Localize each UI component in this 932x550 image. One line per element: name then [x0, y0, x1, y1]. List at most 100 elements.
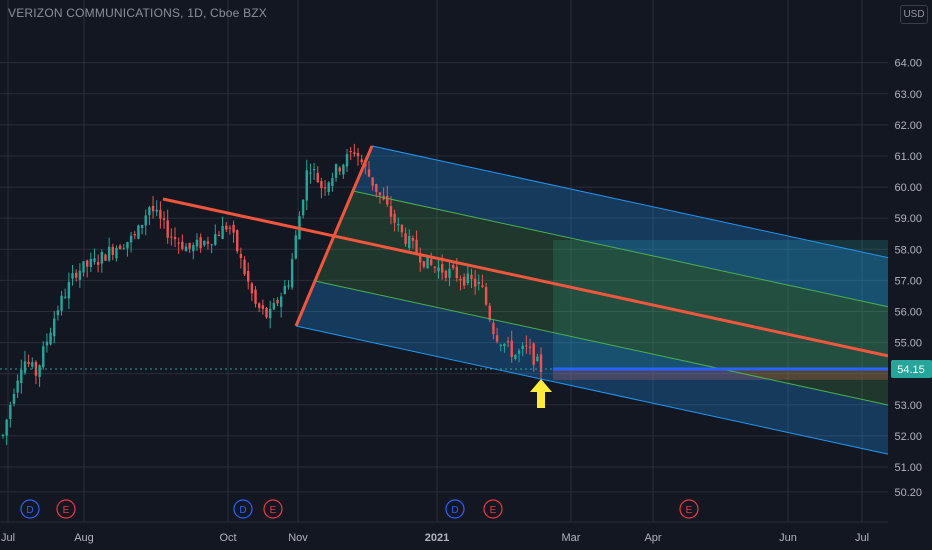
candle-body	[49, 332, 52, 345]
candle-body	[331, 178, 334, 186]
candle-body	[232, 224, 235, 233]
time-tick-label: Jul	[855, 532, 869, 544]
time-tick-label: Jun	[779, 532, 797, 544]
candle-body	[455, 266, 459, 279]
candle-body	[243, 259, 246, 275]
candle-body	[151, 205, 155, 212]
arrow-icon	[530, 379, 552, 408]
candle-body	[290, 259, 294, 288]
candle-body	[517, 350, 521, 354]
event-label: E	[686, 505, 693, 516]
candle-body	[148, 207, 151, 216]
candle-body	[320, 181, 323, 189]
price-tick-label: 50.20	[894, 487, 922, 499]
candle-body	[338, 167, 341, 172]
pitchfork-channel[interactable]	[296, 146, 888, 455]
candle-body	[210, 244, 213, 246]
candle-body	[206, 241, 210, 244]
candle-body	[444, 270, 448, 278]
event-label: D	[239, 505, 246, 516]
candle-body	[422, 261, 426, 267]
candle-body	[495, 335, 499, 342]
candle-body	[481, 285, 484, 287]
time-tick-label: Apr	[644, 532, 661, 544]
candle-body	[349, 151, 352, 153]
candle-body	[488, 305, 491, 321]
candle-body	[192, 245, 195, 252]
candle-body	[353, 152, 356, 154]
candle-body	[144, 215, 147, 226]
candle-body	[492, 322, 495, 335]
candle-body	[214, 234, 217, 245]
price-tick-label: 63.00	[894, 89, 922, 101]
candle-body	[129, 235, 133, 243]
candle-body	[371, 177, 374, 186]
candle-body	[96, 261, 100, 265]
candle-body	[411, 238, 415, 241]
candle-body	[9, 404, 12, 420]
candle-body	[345, 154, 349, 167]
candle-body	[477, 281, 480, 284]
candle-body	[327, 182, 330, 193]
candle-body	[82, 261, 85, 273]
price-chart[interactable]: D E D E D E E 64.00 63.00 62.00 61.00 60.00 59.00 58…	[0, 0, 932, 550]
candle-body	[177, 242, 180, 244]
time-tick-label: Nov	[288, 532, 308, 544]
candle-body	[342, 164, 345, 175]
candle-body	[38, 365, 41, 377]
candle-body	[356, 153, 360, 157]
candle-body	[360, 159, 363, 163]
candle-body	[532, 343, 535, 365]
candle-body	[20, 369, 23, 384]
time-tick-label: 2021	[425, 532, 449, 544]
candle-body	[71, 273, 74, 279]
candle-body	[268, 308, 272, 319]
candle-body	[510, 340, 513, 357]
candle-body	[118, 245, 122, 250]
time-tick-label: Oct	[219, 532, 236, 544]
candle-body	[27, 361, 30, 365]
candle-body	[528, 346, 532, 348]
candle-body	[239, 254, 243, 258]
candle-body	[247, 271, 250, 282]
candle-body	[250, 283, 254, 294]
candle-body	[16, 380, 19, 393]
time-tick-label: Aug	[74, 532, 94, 544]
candle-body	[188, 242, 191, 249]
candle-body	[466, 273, 470, 284]
candle-body	[195, 239, 199, 247]
candle-body	[64, 296, 67, 298]
candle-body	[67, 281, 71, 299]
candle-body	[437, 267, 440, 272]
candle-body	[506, 341, 510, 343]
event-markers[interactable]: DEDEDEE	[20, 499, 699, 519]
candle-body	[265, 307, 268, 318]
candle-body	[111, 246, 114, 255]
price-axis[interactable]: 64.00 63.00 62.00 61.00 60.00 59.00 58.00 57.00…	[888, 0, 932, 550]
candle-body	[104, 254, 107, 261]
candle-body	[170, 236, 173, 238]
candle-body	[451, 265, 455, 269]
candle-body	[181, 241, 184, 249]
candle-body	[122, 248, 125, 250]
candle-body	[521, 345, 524, 350]
candle-body	[276, 299, 279, 304]
candle-body	[415, 239, 418, 253]
candle-body	[283, 285, 287, 294]
candle-body	[5, 419, 8, 436]
candle-body	[31, 362, 34, 367]
currency-button[interactable]: USD	[900, 5, 928, 24]
candle-body	[236, 230, 239, 252]
candle-body	[312, 169, 316, 171]
event-label: E	[63, 505, 70, 516]
time-axis[interactable]: Jul Aug Oct Nov 2021 Mar Apr Jun Jul	[0, 521, 888, 544]
price-tick-label: 56.00	[894, 306, 922, 318]
candle-body	[305, 170, 308, 201]
candle-body	[199, 237, 202, 249]
candle-body	[137, 225, 140, 239]
candle-body	[45, 341, 49, 346]
price-tick-label: 55.00	[894, 338, 922, 350]
candle-body	[56, 310, 60, 316]
candle-body	[536, 356, 539, 362]
candle-body	[155, 209, 158, 212]
